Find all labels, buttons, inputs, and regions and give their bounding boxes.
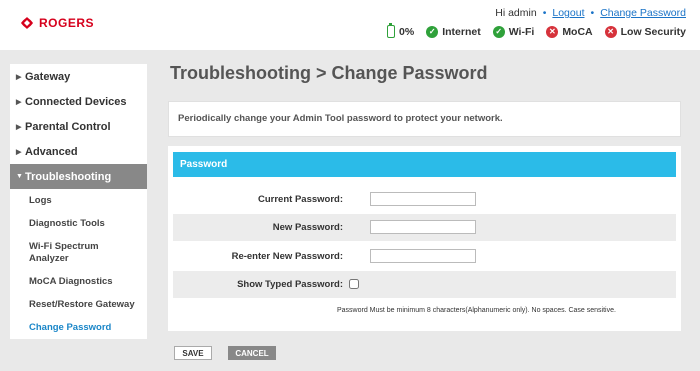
show-password-label: Show Typed Password: <box>237 279 343 290</box>
current-password-row: Current Password: <box>173 186 676 213</box>
current-password-label: Current Password: <box>258 194 343 205</box>
sidebar-item-troubleshooting[interactable]: ▼ Troubleshooting <box>10 164 147 189</box>
subnav-logs[interactable]: Logs <box>10 195 147 207</box>
sidebar-item-gateway[interactable]: ▶ Gateway <box>10 64 147 89</box>
subnav-change-password[interactable]: Change Password <box>10 322 147 334</box>
reenter-password-row: Re-enter New Password: <box>173 243 676 270</box>
caret-right-icon: ▶ <box>16 98 22 106</box>
new-password-input[interactable] <box>370 220 476 234</box>
cancel-button[interactable]: CANCEL <box>228 346 276 360</box>
page-title: Troubleshooting > Change Password <box>170 63 488 83</box>
x-icon: ✕ <box>604 25 617 38</box>
subnav-reset-restore[interactable]: Reset/Restore Gateway <box>10 299 147 311</box>
reenter-password-label: Re-enter New Password: <box>231 251 343 262</box>
password-panel: Password Current Password: New Password:… <box>168 146 681 331</box>
status-label: Low Security <box>620 25 686 38</box>
subnav-wifi-spectrum-analyzer[interactable]: Wi-Fi Spectrum Analyzer <box>10 241 120 265</box>
x-icon: ✕ <box>546 25 559 38</box>
rogers-logo-icon <box>20 16 34 30</box>
sidebar-item-label: Gateway <box>25 70 71 83</box>
current-password-input[interactable] <box>370 192 476 206</box>
sidebar-nav: ▶ Gateway ▶ Connected Devices ▶ Parental… <box>10 64 147 339</box>
check-icon: ✓ <box>426 25 439 38</box>
status-label: Internet <box>442 25 481 38</box>
new-password-row: New Password: <box>173 214 676 241</box>
status-battery[interactable]: 0% <box>387 23 415 38</box>
check-icon: ✓ <box>492 25 505 38</box>
show-password-row: Show Typed Password: <box>173 271 676 298</box>
notice-text: Periodically change your Admin Tool pass… <box>178 113 503 124</box>
battery-icon <box>387 23 396 38</box>
save-button[interactable]: SAVE <box>174 346 212 360</box>
sidebar-item-label: Advanced <box>25 145 78 158</box>
subnav-diagnostic-tools[interactable]: Diagnostic Tools <box>10 218 147 230</box>
sidebar-item-parental-control[interactable]: ▶ Parental Control <box>10 114 147 139</box>
separator: • <box>542 7 547 19</box>
status-label: Wi-Fi <box>508 25 535 38</box>
caret-right-icon: ▶ <box>16 123 22 131</box>
status-internet[interactable]: ✓ Internet <box>426 25 481 38</box>
sidebar-item-label: Connected Devices <box>25 95 127 108</box>
sidebar-item-advanced[interactable]: ▶ Advanced <box>10 139 147 164</box>
status-security[interactable]: ✕ Low Security <box>604 25 686 38</box>
new-password-label: New Password: <box>272 222 343 233</box>
notice-box: Periodically change your Admin Tool pass… <box>168 101 681 137</box>
panel-header: Password <box>173 152 676 177</box>
status-label: 0% <box>399 25 415 38</box>
caret-right-icon: ▶ <box>16 148 22 156</box>
caret-down-icon: ▼ <box>16 173 23 180</box>
greeting: Hi admin <box>495 7 537 19</box>
reenter-password-input[interactable] <box>370 249 476 263</box>
status-bar: 0% ✓ Internet ✓ Wi-Fi ✕ MoCA ✕ Low Secur… <box>387 23 686 38</box>
panel-title: Password <box>180 159 228 170</box>
subnav-moca-diagnostics[interactable]: MoCA Diagnostics <box>10 276 147 288</box>
status-moca[interactable]: ✕ MoCA <box>546 25 593 38</box>
rogers-logo[interactable]: ROGERS <box>20 16 94 30</box>
show-password-checkbox[interactable] <box>349 279 359 289</box>
change-password-link[interactable]: Change Password <box>600 7 686 19</box>
status-wifi[interactable]: ✓ Wi-Fi <box>492 25 535 38</box>
user-links: Hi admin • Logout • Change Password <box>495 7 686 19</box>
sidebar-item-connected-devices[interactable]: ▶ Connected Devices <box>10 89 147 114</box>
sidebar-item-label: Troubleshooting <box>25 170 112 183</box>
logout-link[interactable]: Logout <box>552 7 584 19</box>
top-bar: ROGERS Hi admin • Logout • Change Passwo… <box>0 0 700 50</box>
sidebar-item-label: Parental Control <box>25 120 111 133</box>
caret-right-icon: ▶ <box>16 73 22 81</box>
password-hint: Password Must be minimum 8 characters(Al… <box>337 307 616 314</box>
logo-text: ROGERS <box>39 16 95 30</box>
status-label: MoCA <box>562 25 593 38</box>
separator: • <box>590 7 595 19</box>
